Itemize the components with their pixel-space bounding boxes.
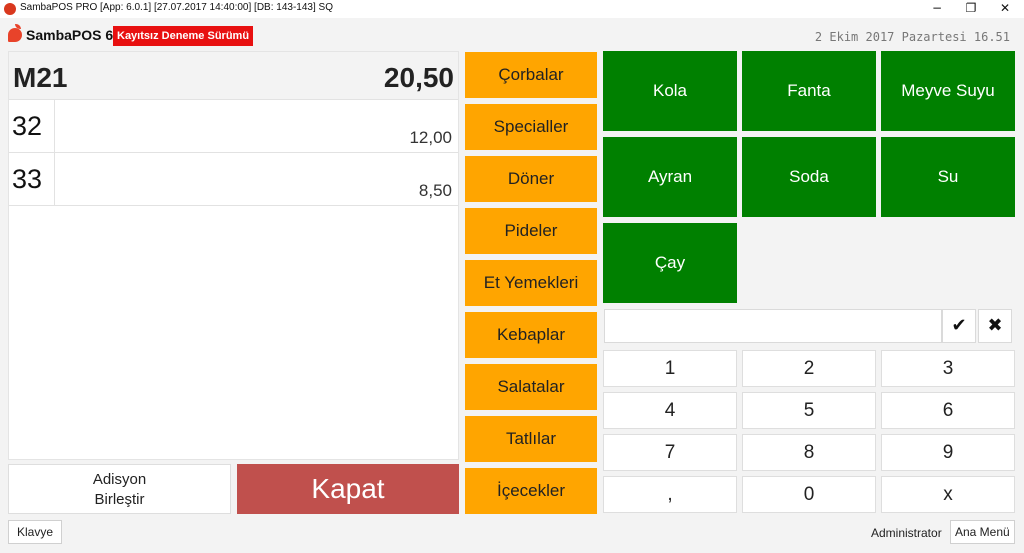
ticket-total: 20,50 [383,62,454,93]
logo-icon [8,28,22,42]
numpad-key-comma[interactable]: , [603,476,737,513]
main-menu-button[interactable]: Ana Menü [950,520,1015,544]
category-specialler[interactable]: Specialler [465,104,597,150]
row-quantity: 33 [9,153,55,205]
numpad-key-1[interactable]: 1 [603,350,737,387]
table-name: M21 [13,62,68,93]
category-doner[interactable]: Döner [465,156,597,202]
numpad-key-6[interactable]: 6 [881,392,1015,429]
category-corbalar[interactable]: Çorbalar [465,52,597,98]
minimize-icon[interactable]: − [922,0,952,18]
row-quantity: 32 [9,100,55,152]
numpad-key-8[interactable]: 8 [742,434,876,471]
window-title: SambaPOS PRO [App: 6.0.1] [27.07.2017 14… [20,2,333,13]
row-price: 12,00 [409,128,452,147]
user-label: Administrator [871,526,942,540]
close-icon[interactable]: ✕ [990,0,1020,18]
trial-badge: Kayıtsız Deneme Sürümü [113,26,254,46]
numpad-key-multiply[interactable]: x [881,476,1015,513]
app-name: SambaPOS 6 [26,27,114,43]
product-soda[interactable]: Soda [742,137,876,217]
numpad-key-3[interactable]: 3 [881,350,1015,387]
numpad-key-5[interactable]: 5 [742,392,876,429]
category-tatlilar[interactable]: Tatlılar [465,416,597,462]
keyboard-button[interactable]: Klavye [8,520,63,544]
product-fanta[interactable]: Fanta [742,51,876,131]
merge-label-line2: Birleştir [94,491,145,508]
close-ticket-button[interactable]: Kapat [237,464,459,514]
ticket-row[interactable]: 32 12,00 [9,100,458,153]
row-price: 8,50 [418,181,452,200]
category-kebaplar[interactable]: Kebaplar [465,312,597,358]
product-cay[interactable]: Çay [603,223,737,303]
clear-x-icon[interactable]: ✖ [978,309,1012,343]
ticket-row[interactable]: 33 8,50 [9,153,458,206]
category-salatalar[interactable]: Salatalar [465,364,597,410]
product-su[interactable]: Su [881,137,1015,217]
merge-tickets-button[interactable]: Adisyon Birleştir [8,464,231,514]
app-icon [4,3,16,15]
numpad-key-0[interactable]: 0 [742,476,876,513]
product-kola[interactable]: Kola [603,51,737,131]
numpad-key-2[interactable]: 2 [742,350,876,387]
category-icecekler[interactable]: İçecekler [465,468,597,514]
product-meyve-suyu[interactable]: Meyve Suyu [881,51,1015,131]
restore-icon[interactable]: ❐ [956,0,986,18]
merge-label-line1: Adisyon [92,471,147,488]
numpad-key-7[interactable]: 7 [603,434,737,471]
ticket-panel: M21 20,50 32 12,00 33 8,50 [8,51,459,460]
numpad-key-9[interactable]: 9 [881,434,1015,471]
date-label: 2 Ekim 2017 Pazartesi 16.51 [814,30,1010,44]
category-pideler[interactable]: Pideler [465,208,597,254]
checkmark-icon[interactable]: ✔ [942,309,976,343]
numpad-key-4[interactable]: 4 [603,392,737,429]
product-ayran[interactable]: Ayran [603,137,737,217]
ticket-header: M21 20,50 [9,52,458,100]
numpad-input[interactable] [604,309,942,343]
category-et-yemekleri[interactable]: Et Yemekleri [465,260,597,306]
